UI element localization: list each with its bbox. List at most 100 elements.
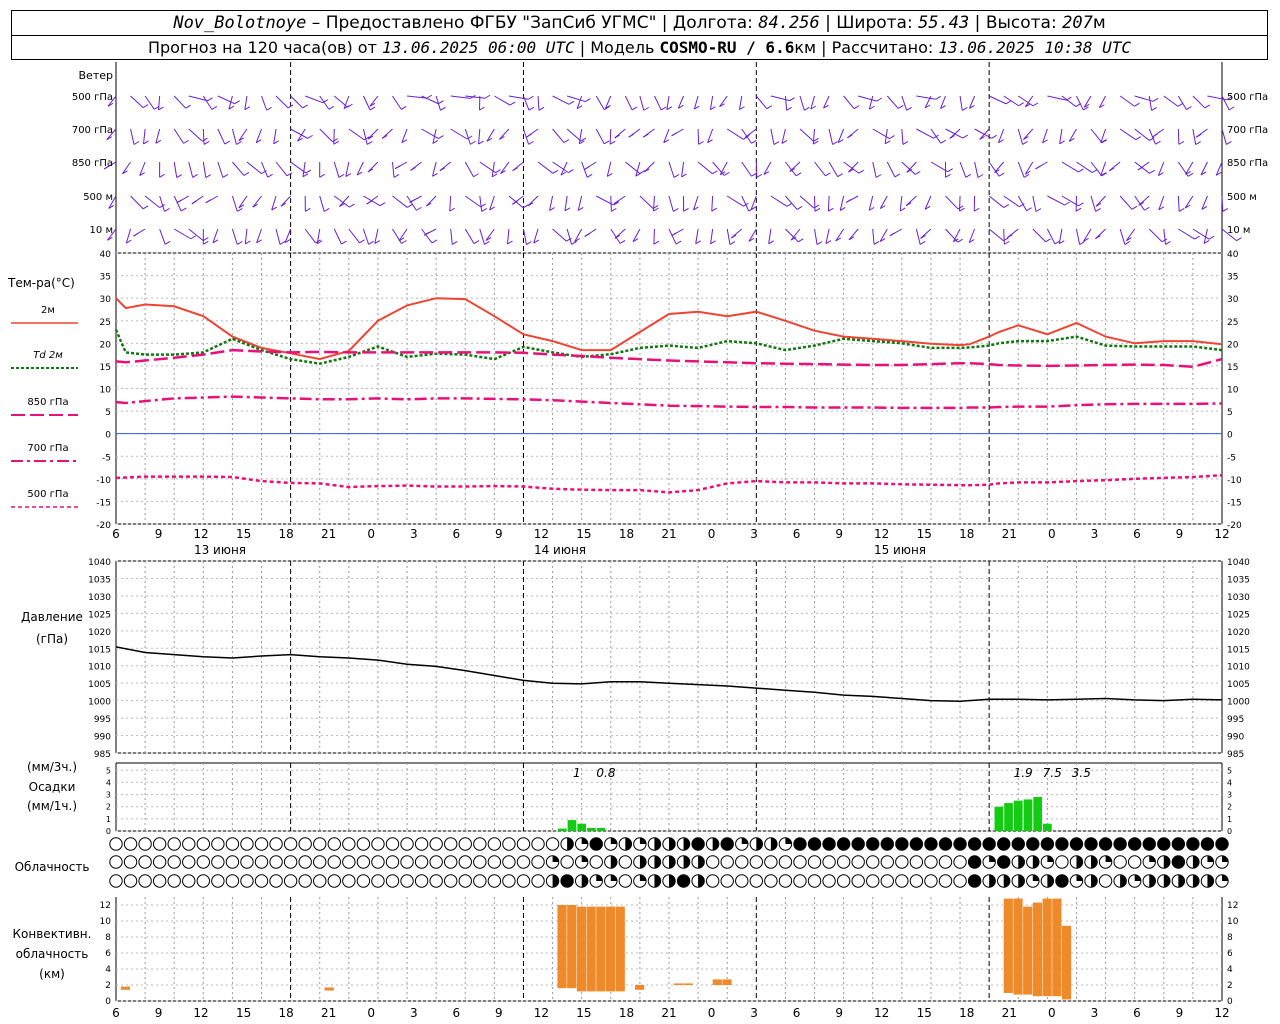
wind-barb-feather [1045, 238, 1051, 243]
cloud-fill [1134, 874, 1141, 881]
precip-unit-3h: (мм/3ч.) [27, 760, 77, 774]
wind-barb [173, 95, 187, 109]
wind-barb-feather [234, 100, 240, 105]
conv-tick-left: 8 [105, 933, 111, 943]
wind-barb [1192, 95, 1206, 109]
wind-barb [1017, 161, 1025, 178]
hour-label-bottom: 9 [835, 1006, 843, 1020]
temp-tick-right: 40 [1227, 250, 1239, 260]
wind-barb [549, 195, 554, 211]
cloud-fill [1113, 837, 1127, 851]
wind-barb-feather [338, 173, 345, 178]
cloud-symbol [152, 855, 167, 869]
hour-label: 21 [1002, 527, 1017, 541]
cloud-symbol [953, 855, 967, 869]
wind-barb-feather [142, 104, 149, 109]
hour-label: 9 [495, 527, 503, 541]
wind-barb [979, 128, 990, 140]
wind-barb [421, 228, 433, 244]
wind-barb-feather [653, 207, 659, 212]
wind-barb [770, 195, 788, 207]
pressure-tick-left: 1015 [88, 645, 111, 655]
cloud-symbol [444, 874, 458, 888]
wind-level-right: 10 м [1227, 225, 1250, 236]
precip-bar [1004, 803, 1013, 831]
cloud-fill [953, 837, 967, 851]
wind-barb-feather [816, 241, 823, 245]
cloud-fill [1091, 874, 1098, 888]
cloud-symbol [909, 874, 924, 888]
temp-tick-left: -20 [96, 521, 111, 531]
pressure-tick-right: 1010 [1227, 663, 1250, 673]
wind-barb [886, 95, 899, 109]
temp-tick-right: -10 [1227, 476, 1242, 486]
wind-barb [1075, 228, 1081, 245]
wind-barb-feather [1204, 104, 1211, 109]
cloud-symbol [109, 874, 123, 888]
wind-barb-feather [1195, 141, 1201, 145]
cloud-symbol [225, 837, 240, 851]
wind-barb [741, 161, 752, 177]
wind-barb [275, 161, 288, 177]
hour-label-bottom: 9 [495, 1006, 503, 1020]
hour-label-bottom: 6 [112, 1006, 120, 1020]
hour-label-bottom: 6 [793, 1006, 801, 1020]
cloud-symbol [851, 874, 865, 888]
hour-label: 6 [793, 527, 801, 541]
wind-barb-feather [267, 173, 273, 178]
wind-barb-feather [470, 140, 476, 145]
cloud-symbol [880, 855, 894, 869]
wind-barb-feather [1155, 140, 1161, 145]
precip-bar [567, 820, 577, 831]
wind-barb-feather [1022, 141, 1028, 145]
cloud-symbol [109, 837, 123, 851]
cloud-fill [552, 855, 559, 862]
cloud-fill [654, 837, 661, 851]
hour-label-bottom: 15 [917, 1006, 932, 1020]
wind-barb-feather [1135, 136, 1142, 141]
wind-barb-feather [619, 239, 626, 244]
cloud-fill [968, 874, 981, 888]
cloud-fill [1178, 874, 1185, 888]
wind-barb-feather [192, 174, 198, 178]
cloud-fill [968, 855, 981, 869]
hour-label: 9 [1176, 527, 1184, 541]
cloud-fill [1201, 837, 1214, 851]
wind-barb [273, 128, 277, 144]
wind-barb [1192, 128, 1197, 145]
wind-barb-feather [603, 140, 610, 145]
cloud-symbol [1113, 855, 1127, 869]
precip-unit-1h: (мм/1ч.) [27, 799, 77, 813]
wind-level-right: 500 гПа [1227, 92, 1268, 103]
wind-barb [726, 128, 744, 140]
hour-label: 12 [534, 527, 549, 541]
wind-barb-feather [369, 106, 376, 111]
wind-barb-feather [586, 173, 593, 178]
cloud-symbol [152, 874, 167, 888]
cloud-symbol [735, 874, 749, 888]
wind-barb [130, 128, 135, 145]
wind-barb [362, 128, 368, 145]
wind-level-right: 700 гПа [1227, 125, 1268, 136]
wind-barb [1032, 228, 1046, 243]
cloud-symbol [298, 837, 312, 851]
wind-barb [261, 95, 268, 111]
wind-barb [668, 195, 674, 212]
wind-barb [188, 161, 194, 178]
conv-bar [673, 983, 684, 985]
wind-barb-feather [164, 240, 171, 245]
cloud-fill [698, 874, 705, 888]
cloud-symbol [836, 855, 851, 869]
wind-barb [217, 161, 224, 178]
temp-tick-left: 30 [100, 295, 112, 305]
wind-barb [1090, 161, 1103, 177]
cloud-symbol [836, 874, 851, 888]
wind-barb-feather [729, 241, 736, 245]
wind-barb [449, 195, 452, 212]
conv-title-1: Конвективн. [13, 927, 92, 941]
wind-barb-feather [279, 241, 286, 245]
wind-barb [916, 128, 934, 139]
wind-barb [333, 228, 342, 245]
wind-barb [988, 228, 1004, 242]
cloud-symbol [182, 855, 196, 869]
